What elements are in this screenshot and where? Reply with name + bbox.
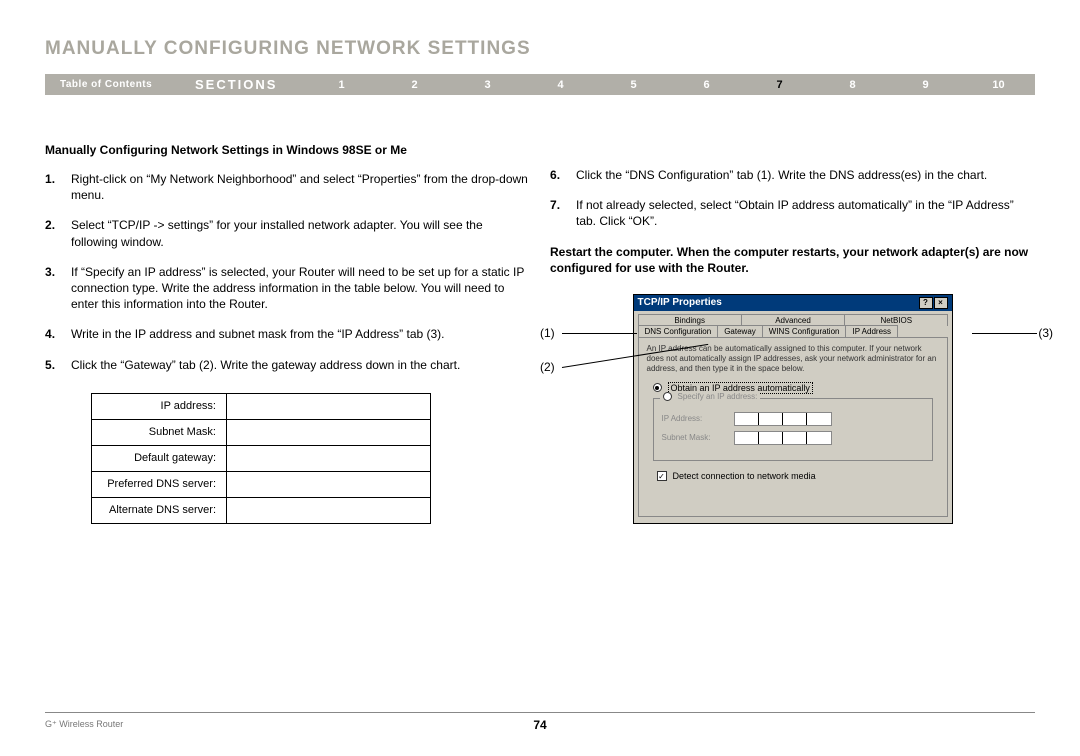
radio-label: Specify an IP address: <box>678 392 758 401</box>
page-title: Manually Configuring Network Settings <box>45 38 1035 60</box>
table-label: Subnet Mask: <box>92 419 227 445</box>
page-footer: G⁺ Wireless Router 74 <box>45 712 1035 730</box>
table-value <box>227 471 431 497</box>
checkbox-label: Detect connection to network media <box>673 471 816 481</box>
toc-link[interactable]: Table of Contents <box>45 79 195 90</box>
ip-info-table: IP address: Subnet Mask: Default gateway… <box>91 393 431 524</box>
tab-ip-address[interactable]: IP Address <box>845 325 898 337</box>
table-value <box>227 419 431 445</box>
subnet-mask-input[interactable] <box>734 431 832 445</box>
callout-1: (1) <box>540 326 555 340</box>
section-link-2[interactable]: 2 <box>378 79 451 91</box>
table-value <box>227 445 431 471</box>
close-icon[interactable]: × <box>934 297 948 309</box>
section-link-7[interactable]: 7 <box>743 79 816 91</box>
section-link-9[interactable]: 9 <box>889 79 962 91</box>
tab-gateway[interactable]: Gateway <box>717 325 763 337</box>
section-link-8[interactable]: 8 <box>816 79 889 91</box>
product-name: G⁺ Wireless Router <box>45 719 123 730</box>
radio-specify-ip[interactable]: Specify an IP address: <box>660 392 761 401</box>
callout-2: (2) <box>540 360 555 374</box>
table-label: IP address: <box>92 393 227 419</box>
section-link-3[interactable]: 3 <box>451 79 524 91</box>
help-icon[interactable]: ? <box>919 297 933 309</box>
table-value <box>227 497 431 523</box>
table-label: Alternate DNS server: <box>92 497 227 523</box>
ip-address-label: IP Address: <box>662 414 726 423</box>
step-item: Click the “DNS Configuration” tab (1). W… <box>550 167 1035 183</box>
step-item: If “Specify an IP address” is selected, … <box>45 264 530 313</box>
steps-list-left: Right-click on “My Network Neighborhood”… <box>45 171 530 373</box>
callout-3: (3) <box>1038 326 1053 340</box>
dialog-title-text: TCP/IP Properties <box>638 297 722 308</box>
dialog-description: An IP address can be automatically assig… <box>647 344 939 374</box>
table-label: Preferred DNS server: <box>92 471 227 497</box>
page-number: 74 <box>533 718 546 732</box>
radio-icon <box>663 392 672 401</box>
section-link-1[interactable]: 1 <box>305 79 378 91</box>
section-link-4[interactable]: 4 <box>524 79 597 91</box>
tab-wins-configuration[interactable]: WINS Configuration <box>762 325 847 337</box>
section-link-5[interactable]: 5 <box>597 79 670 91</box>
dialog-titlebar: TCP/IP Properties ? × <box>634 295 952 311</box>
step-item: Click the “Gateway” tab (2). Write the g… <box>45 357 530 373</box>
step-item: If not already selected, select “Obtain … <box>550 197 1035 229</box>
detect-connection-checkbox[interactable]: ✓ Detect connection to network media <box>657 471 939 481</box>
section-link-6[interactable]: 6 <box>670 79 743 91</box>
section-link-10[interactable]: 10 <box>962 79 1035 91</box>
section-subtitle: Manually Configuring Network Settings in… <box>45 143 530 157</box>
step-item: Right-click on “My Network Neighborhood”… <box>45 171 530 203</box>
ip-address-input[interactable] <box>734 412 832 426</box>
table-label: Default gateway: <box>92 445 227 471</box>
tab-dns-configuration[interactable]: DNS Configuration <box>638 325 719 337</box>
dialog-figure: (1) (2) (3) TCP/IP Properties ? × Bi <box>550 294 1035 524</box>
sections-nav: Table of Contents SECTIONS 1 2 3 4 5 6 7… <box>45 74 1035 95</box>
restart-note: Restart the computer. When the computer … <box>550 244 1035 276</box>
steps-list-right: Click the “DNS Configuration” tab (1). W… <box>550 167 1035 230</box>
step-item: Select “TCP/IP -> settings” for your ins… <box>45 217 530 249</box>
subnet-mask-label: Subnet Mask: <box>662 433 726 442</box>
step-item: Write in the IP address and subnet mask … <box>45 326 530 342</box>
sections-label: SECTIONS <box>195 77 305 92</box>
tcpip-properties-dialog: TCP/IP Properties ? × Bindings Advanced … <box>633 294 953 524</box>
table-value <box>227 393 431 419</box>
checkbox-icon: ✓ <box>657 471 667 481</box>
